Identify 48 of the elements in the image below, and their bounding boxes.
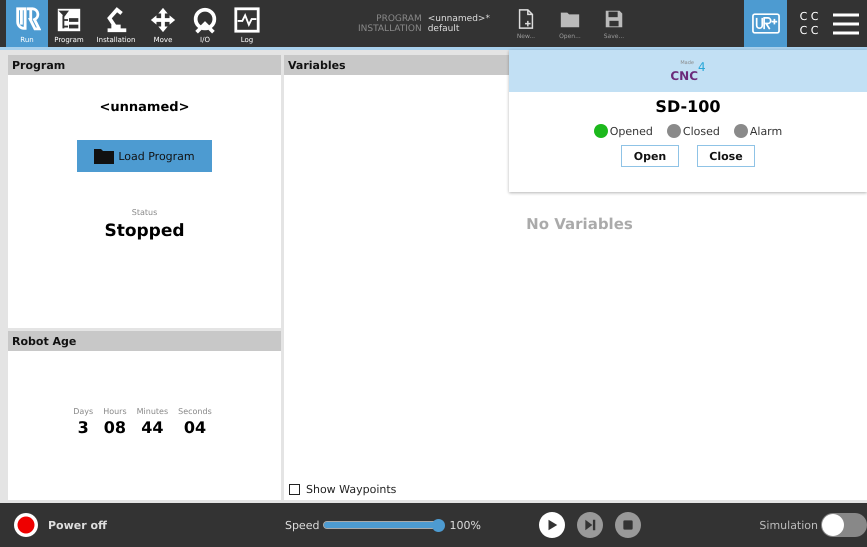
time-unit-value: 44: [141, 418, 164, 437]
status-indicator: C C C C: [798, 8, 820, 38]
simulation-label: Simulation: [759, 518, 818, 532]
time-unit-label: Days: [73, 407, 94, 416]
program-tree-icon: [55, 6, 83, 34]
time-unit-value: 08: [104, 418, 126, 437]
time-unit-label: Seconds: [178, 407, 212, 416]
installation-name: default: [428, 24, 460, 34]
load-program-button[interactable]: Load Program: [77, 140, 212, 172]
plus-logo-icon: [752, 13, 780, 34]
panel-header: Program: [8, 55, 281, 75]
speed-value: 100%: [449, 518, 481, 532]
status-label: Opened: [610, 124, 653, 138]
play-button[interactable]: [538, 512, 565, 538]
time-unit-label: Hours: [103, 407, 127, 416]
step-icon: [582, 518, 597, 532]
folder-icon: [94, 148, 114, 164]
speed-slider[interactable]: [323, 518, 446, 532]
slider-thumb[interactable]: [432, 518, 446, 532]
checkbox[interactable]: [289, 484, 300, 495]
checkbox-label: Show Waypoints: [306, 483, 396, 496]
program-name: <unnamed>: [100, 100, 190, 115]
speed-label: Speed: [284, 518, 320, 532]
program-label: PROGRAM: [375, 14, 422, 24]
power-status-icon: [12, 511, 40, 539]
stop-icon: [620, 518, 635, 532]
panel-header: Robot Age: [8, 331, 281, 351]
status-label: Closed: [682, 124, 720, 138]
waveform-icon: [233, 6, 261, 34]
logo-superscript: 4: [698, 61, 706, 73]
status-value: Stopped: [104, 221, 185, 241]
menu-icon: [833, 12, 859, 34]
empty-message: No Variables: [526, 215, 633, 235]
action-button[interactable]: Close: [697, 145, 755, 167]
device-name: SD-100: [655, 97, 721, 116]
move-arrows-icon: [149, 6, 177, 34]
urcaps-button[interactable]: [744, 0, 787, 47]
installation-label: INSTALLATION: [358, 24, 422, 34]
program-name: <unnamed>*: [428, 14, 490, 24]
time-unit-value: 04: [184, 418, 206, 437]
power-button[interactable]: Power off: [12, 511, 107, 539]
status-label: Alarm: [750, 124, 782, 138]
status-label: Status: [132, 208, 158, 217]
gauge-icon: [191, 6, 219, 34]
time-unit-value: 3: [78, 418, 89, 437]
simulation-toggle[interactable]: [821, 513, 867, 537]
time-unit-label: Minutes: [136, 407, 168, 416]
action-button[interactable]: Open: [621, 145, 679, 167]
